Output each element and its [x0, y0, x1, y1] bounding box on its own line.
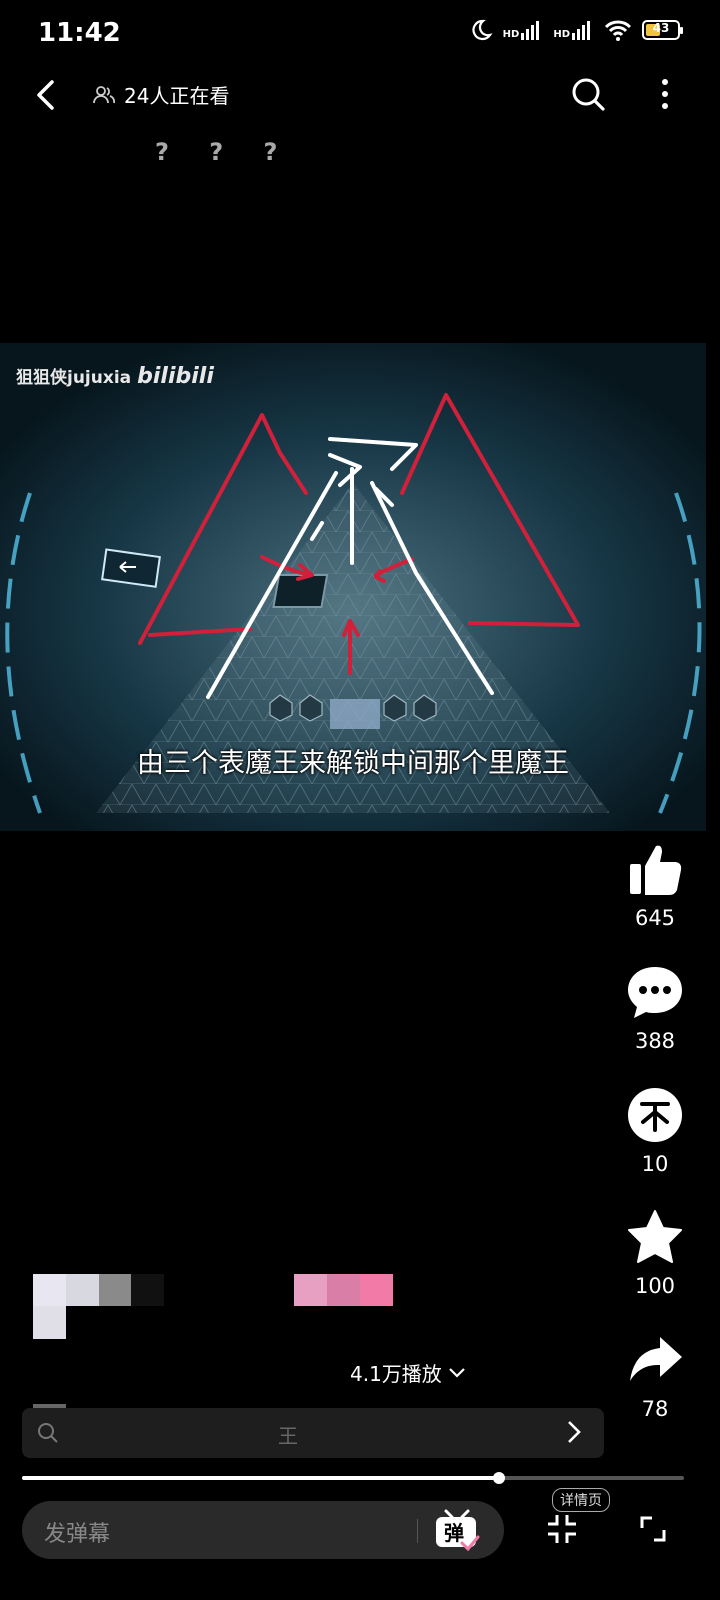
play-count-text: 4.1万播放: [350, 1362, 442, 1386]
video-watermark: 狙狙侠jujuxia bilibili: [16, 363, 214, 389]
people-icon: [93, 85, 116, 103]
more-button[interactable]: [650, 76, 680, 112]
progress-fill: [22, 1476, 499, 1480]
wifi-icon: [604, 20, 632, 41]
live-viewers: 24人正在看: [92, 80, 229, 109]
hd-signal-icon: HD: [553, 20, 594, 40]
chevron-right-icon: [568, 1421, 581, 1443]
moon-icon: [472, 19, 493, 41]
chevron-left-icon: [37, 80, 54, 110]
comment-button[interactable]: 388: [622, 963, 688, 1053]
search-icon: [38, 1423, 58, 1443]
video-subtitle: 由三个表魔王来解锁中间那个里魔王: [137, 748, 569, 779]
progress-bar[interactable]: [22, 1472, 684, 1484]
related-search-bar[interactable]: 王: [22, 1408, 604, 1458]
danmaku-button-label: 弹: [444, 1521, 464, 1545]
bilibili-logo: bilibili: [137, 364, 214, 389]
battery-level: 43: [652, 21, 670, 35]
search-button[interactable]: [570, 76, 606, 112]
favorite-button[interactable]: 100: [622, 1208, 688, 1298]
divider: [417, 1519, 418, 1543]
share-button[interactable]: 78: [622, 1331, 688, 1421]
detail-page-badge[interactable]: 详情页: [552, 1488, 610, 1512]
thumb-up-icon: [630, 845, 682, 895]
coin-icon: [628, 1088, 682, 1142]
collapse-button[interactable]: [545, 1512, 579, 1550]
like-button[interactable]: 645: [622, 840, 688, 930]
play-count[interactable]: 4.1万播放: [350, 1358, 466, 1387]
share-count: 78: [641, 1397, 669, 1421]
chevron-down-icon: [449, 1367, 465, 1378]
video-player[interactable]: 狙狙侠jujuxia bilibili 由三个表魔王来解锁中间那个里魔王: [0, 343, 706, 831]
collapse-icon: [548, 1515, 576, 1543]
comment-icon: [628, 967, 682, 1018]
danmaku-toggle-button[interactable]: 弹: [432, 1507, 482, 1557]
star-icon: [628, 1210, 682, 1263]
search-icon: [572, 78, 605, 111]
fullscreen-icon: [640, 1516, 666, 1542]
coin-count: 10: [641, 1152, 669, 1176]
status-time: 11:42: [38, 18, 121, 48]
like-count: 645: [634, 906, 676, 930]
more-vertical-icon: [662, 79, 668, 109]
related-search-text: 王: [278, 1424, 298, 1448]
status-icons: HD HD 43: [469, 18, 683, 42]
viewers-text: 24人正在看: [124, 84, 230, 108]
watermark-user: 狙狙侠jujuxia: [16, 368, 132, 388]
danmaku-input[interactable]: 发弹幕 弹: [22, 1501, 504, 1559]
fullscreen-button[interactable]: [636, 1512, 670, 1550]
favorite-count: 100: [634, 1274, 676, 1298]
progress-handle[interactable]: [492, 1472, 505, 1484]
back-button[interactable]: [30, 78, 64, 112]
video-title-top: ? ? ?: [155, 138, 294, 166]
hd-signal-icon: HD: [503, 20, 544, 40]
comment-count: 388: [634, 1029, 676, 1053]
danmaku-placeholder: 发弹幕: [44, 1522, 111, 1547]
battery-icon: 43: [642, 20, 683, 40]
coin-button[interactable]: 10: [622, 1086, 688, 1176]
share-icon: [630, 1337, 682, 1381]
